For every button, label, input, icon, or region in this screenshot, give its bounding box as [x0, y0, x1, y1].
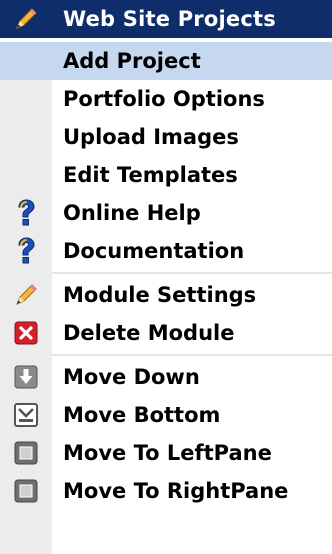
menu-item-label: Documentation: [63, 239, 245, 263]
move-down-icon: [0, 358, 52, 396]
help-icon: [0, 232, 52, 270]
pencil-icon: [0, 276, 52, 314]
menu-item-portfolio-options[interactable]: Portfolio Options: [0, 80, 332, 118]
menu-item-label: Add Project: [63, 49, 201, 73]
menu-item-upload-images[interactable]: Upload Images: [0, 118, 332, 156]
menu-item-label: Move To RightPane: [63, 479, 289, 503]
menu-item-module-settings[interactable]: Module Settings: [0, 276, 332, 314]
menu-separator: [52, 272, 332, 274]
menu-item-label: Portfolio Options: [63, 87, 265, 111]
menu-header-title: Web Site Projects: [63, 7, 276, 31]
menu-item-move-to-rightpane[interactable]: Move To RightPane: [0, 472, 332, 510]
delete-icon: [0, 314, 52, 352]
context-menu: Web Site Projects Add Project Portfolio …: [0, 0, 332, 554]
menu-item-online-help[interactable]: Online Help: [0, 194, 332, 232]
help-icon: [0, 194, 52, 232]
menu-item-delete-module[interactable]: Delete Module: [0, 314, 332, 352]
menu-item-label: Edit Templates: [63, 163, 238, 187]
pane-icon: [0, 472, 52, 510]
menu-item-add-project[interactable]: Add Project: [0, 42, 332, 80]
menu-item-label: Module Settings: [63, 283, 257, 307]
pane-icon: [0, 434, 52, 472]
menu-item-label: Online Help: [63, 201, 201, 225]
move-bottom-icon: [0, 396, 52, 434]
pencil-icon: [0, 0, 52, 38]
menu-header: Web Site Projects: [0, 0, 332, 38]
menu-item-label: Move Bottom: [63, 403, 221, 427]
menu-item-label: Move To LeftPane: [63, 441, 272, 465]
menu-item-edit-templates[interactable]: Edit Templates: [0, 156, 332, 194]
menu-item-label: Move Down: [63, 365, 200, 389]
menu-item-documentation[interactable]: Documentation: [0, 232, 332, 270]
menu-item-move-to-leftpane[interactable]: Move To LeftPane: [0, 434, 332, 472]
menu-item-label: Delete Module: [63, 321, 235, 345]
menu-item-label: Upload Images: [63, 125, 239, 149]
menu-item-move-bottom[interactable]: Move Bottom: [0, 396, 332, 434]
menu-item-move-down[interactable]: Move Down: [0, 358, 332, 396]
menu-separator: [52, 354, 332, 356]
